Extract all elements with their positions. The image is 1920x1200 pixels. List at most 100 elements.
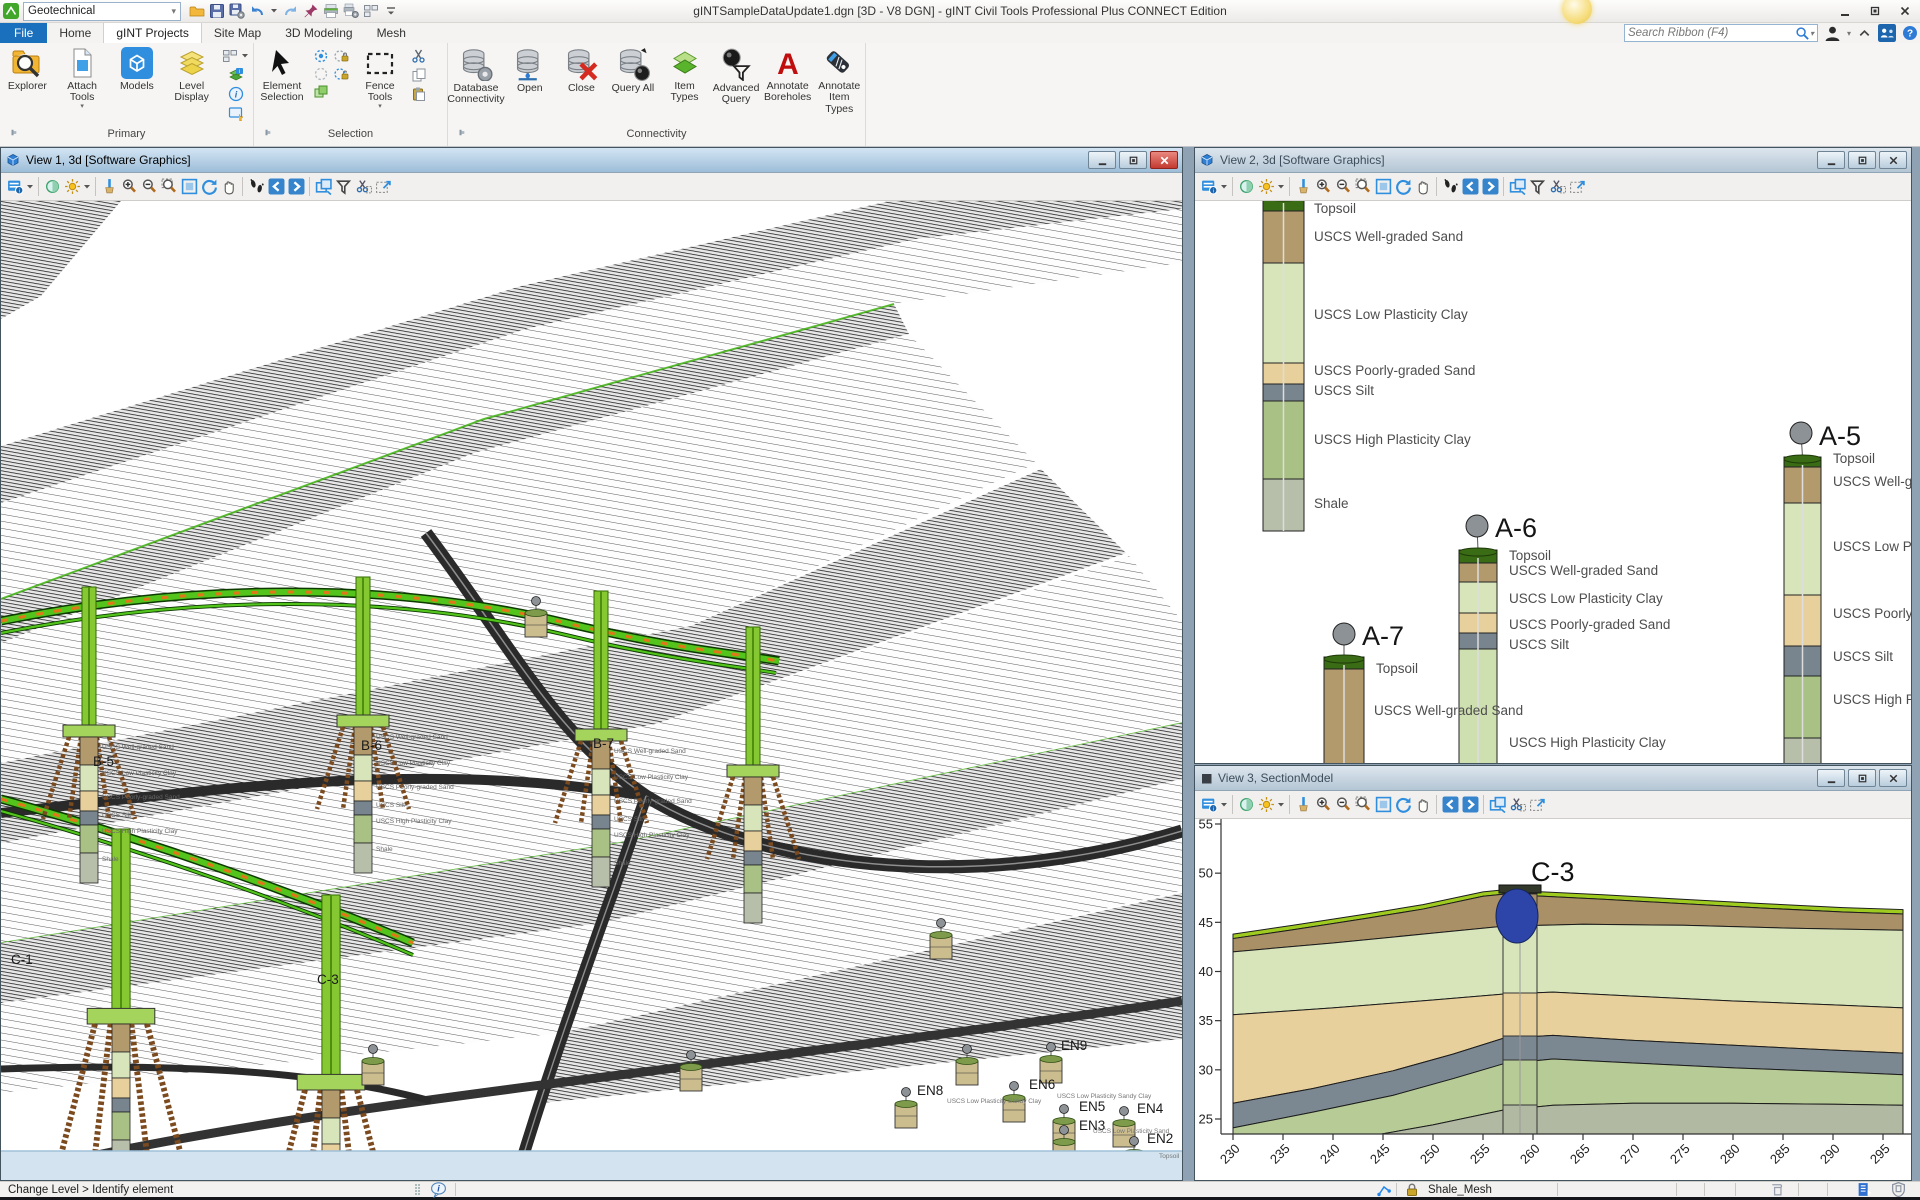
tool-clip-volume[interactable] bbox=[1527, 177, 1547, 197]
pin-icon[interactable] bbox=[454, 127, 465, 138]
tool-sun[interactable] bbox=[62, 177, 82, 197]
pin-icon[interactable] bbox=[303, 3, 319, 19]
tool-caret[interactable] bbox=[1276, 177, 1286, 197]
view-minimize-button[interactable] bbox=[1817, 151, 1845, 169]
view-restore-button[interactable] bbox=[1848, 769, 1876, 787]
level-manager-icon[interactable]: i bbox=[222, 67, 250, 83]
tool-display-style[interactable] bbox=[42, 177, 62, 197]
tool-pan-view[interactable] bbox=[1413, 177, 1433, 197]
tool-fit-view[interactable] bbox=[1373, 795, 1393, 815]
tool-rotate-view[interactable] bbox=[1393, 795, 1413, 815]
tool-zoom-window[interactable] bbox=[1353, 795, 1373, 815]
tool-zoom-in[interactable] bbox=[119, 177, 139, 197]
view2-title-bar[interactable]: View 2, 3d [Software Graphics] bbox=[1195, 148, 1911, 173]
tool-copy-view[interactable] bbox=[1487, 795, 1507, 815]
caret-icon[interactable] bbox=[240, 51, 250, 61]
more-icon[interactable] bbox=[383, 3, 399, 19]
caret-icon[interactable] bbox=[269, 6, 279, 16]
tab-home[interactable]: Home bbox=[47, 23, 103, 43]
close-button[interactable] bbox=[1894, 3, 1916, 18]
tab-site-map[interactable]: Site Map bbox=[202, 23, 273, 43]
tool-view-prev[interactable] bbox=[266, 177, 286, 197]
tool-zoom-window[interactable] bbox=[1353, 177, 1373, 197]
tool-zoom-out[interactable] bbox=[1333, 795, 1353, 815]
notification-balloon-icon[interactable] bbox=[1562, 0, 1592, 24]
ribbon-button-attach-tools[interactable]: Attach Tools ▾ bbox=[55, 46, 110, 109]
tool-copy-view[interactable] bbox=[313, 177, 333, 197]
selection-set-icon[interactable] bbox=[1768, 1182, 1785, 1197]
tab-gint-projects[interactable]: gINT Projects bbox=[103, 22, 202, 43]
redo-icon[interactable] bbox=[283, 3, 299, 19]
ribbon-button-item-types[interactable]: Item Types bbox=[659, 46, 711, 104]
tool-view-prev[interactable] bbox=[1440, 795, 1460, 815]
tool-clip-mask[interactable] bbox=[1507, 795, 1527, 815]
ribbon-button-level-display[interactable]: Level Display bbox=[164, 46, 219, 104]
ribbon-button-query-all[interactable]: Query All bbox=[607, 46, 659, 94]
ribbon-button-annotate-item-types[interactable]: Annotate Item Types bbox=[813, 46, 865, 115]
view-restore-button[interactable] bbox=[1848, 151, 1876, 169]
view2-canvas[interactable]: Topsoil USCS Well-graded Sand USCS Low Pla… bbox=[1195, 201, 1911, 763]
tool-section-clip[interactable] bbox=[1567, 177, 1587, 197]
view-minimize-button[interactable] bbox=[1817, 769, 1845, 787]
sel-new-icon[interactable] bbox=[312, 48, 330, 64]
tool-section-clip[interactable] bbox=[1527, 795, 1547, 815]
status-grip[interactable] bbox=[414, 1182, 420, 1197]
ribbon-button-database-connectivity[interactable]: Database Connectivity bbox=[447, 46, 505, 106]
user-menu-caret[interactable]: ▾ bbox=[1847, 29, 1851, 38]
tool-sun[interactable] bbox=[1256, 177, 1276, 197]
tool-view-attrs[interactable]: i bbox=[1199, 795, 1219, 815]
view-close-button[interactable] bbox=[1150, 151, 1178, 169]
ribbon-button-element-selection[interactable]: Element Selection bbox=[254, 46, 310, 104]
cut-icon[interactable] bbox=[411, 48, 427, 64]
tool-zoom-window[interactable] bbox=[159, 177, 179, 197]
tool-fit-view[interactable] bbox=[1373, 177, 1393, 197]
tool-zoom-out[interactable] bbox=[1333, 177, 1353, 197]
view1-title-bar[interactable]: View 1, 3d [Software Graphics] bbox=[1, 148, 1182, 173]
paste-icon[interactable] bbox=[411, 86, 427, 102]
undo-icon[interactable] bbox=[249, 3, 265, 19]
search-ribbon-input[interactable]: Search Ribbon (F4) ▾ bbox=[1623, 24, 1818, 42]
tool-section-clip[interactable] bbox=[373, 177, 393, 197]
print-config-icon[interactable] bbox=[343, 3, 359, 19]
chevron-up-icon[interactable] bbox=[1857, 26, 1872, 41]
tool-zoom-in[interactable] bbox=[1313, 177, 1333, 197]
view-close-button[interactable] bbox=[1879, 151, 1907, 169]
save-settings-icon[interactable] bbox=[229, 3, 245, 19]
tool-rotate-view[interactable] bbox=[199, 177, 219, 197]
view-minimize-button[interactable] bbox=[1088, 151, 1116, 169]
tool-pan-view[interactable] bbox=[1413, 795, 1433, 815]
window-tiles-icon[interactable] bbox=[363, 3, 379, 19]
view-restore-button[interactable] bbox=[1119, 151, 1147, 169]
tool-clip-mask[interactable] bbox=[353, 177, 373, 197]
copy-icon[interactable] bbox=[411, 67, 427, 83]
restore-button[interactable] bbox=[1864, 3, 1886, 18]
snap-mode-icon[interactable] bbox=[1376, 1182, 1392, 1197]
minimize-button[interactable] bbox=[1834, 3, 1856, 18]
help-icon[interactable]: ? bbox=[1902, 25, 1918, 41]
view3-title-bar[interactable]: View 3, SectionModel bbox=[1195, 766, 1911, 791]
tool-caret[interactable] bbox=[1219, 795, 1229, 815]
tool-copy-view[interactable] bbox=[1507, 177, 1527, 197]
pin-icon[interactable] bbox=[260, 127, 271, 138]
tool-view-next[interactable] bbox=[1460, 795, 1480, 815]
tool-clip-mask[interactable] bbox=[1547, 177, 1567, 197]
sel-dim-icon[interactable] bbox=[312, 66, 330, 82]
tool-rotate-view[interactable] bbox=[1393, 177, 1413, 197]
ribbon-button-models[interactable]: Models bbox=[110, 46, 165, 92]
tool-caret[interactable] bbox=[25, 177, 35, 197]
tool-view-prev[interactable] bbox=[1460, 177, 1480, 197]
tool-zoom-in[interactable] bbox=[1313, 795, 1333, 815]
sel-copy-icon[interactable] bbox=[312, 84, 330, 100]
person-icon[interactable] bbox=[1824, 25, 1841, 42]
prompt-info-icon[interactable]: i bbox=[430, 1182, 447, 1198]
clipboard-shield-icon[interactable] bbox=[1890, 1181, 1907, 1198]
tool-zoom-out[interactable] bbox=[139, 177, 159, 197]
sel-unlock-icon[interactable] bbox=[332, 66, 350, 82]
workflow-selector[interactable]: Geotechnical ▾ bbox=[23, 1, 181, 21]
view1-canvas[interactable]: USCS Well-graded Sand USCS Low Plasticity… bbox=[1, 201, 1182, 1180]
ribbon-button-explorer[interactable]: Explorer bbox=[0, 46, 55, 92]
tab-file[interactable]: File bbox=[0, 23, 48, 43]
tool-brush[interactable] bbox=[1293, 177, 1313, 197]
print-icon[interactable] bbox=[323, 3, 339, 19]
connect-icon[interactable] bbox=[1878, 24, 1896, 42]
